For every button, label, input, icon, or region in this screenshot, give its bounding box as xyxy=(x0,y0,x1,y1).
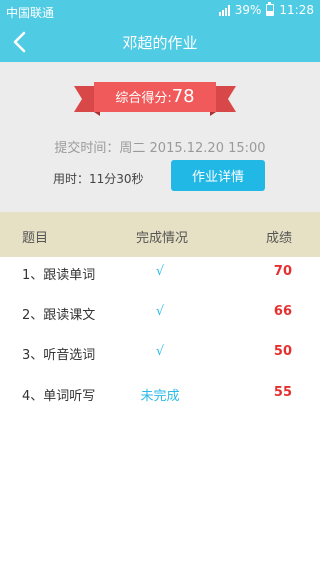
header-score: 成绩 xyxy=(265,231,292,246)
row-score: 55 xyxy=(273,385,292,400)
table-row[interactable]: 1、跟读单词 √ 70 xyxy=(0,254,320,294)
signal-icon xyxy=(218,4,230,16)
clock: 11:28 xyxy=(279,3,314,17)
row-status: 未完成 xyxy=(140,389,180,404)
header-question: 题目 xyxy=(22,231,49,246)
title-bar: 邓超的作业 xyxy=(0,22,320,62)
table-header: 题目 完成情况 成绩 xyxy=(0,212,320,257)
row-score: 66 xyxy=(273,304,292,319)
row-score: 50 xyxy=(273,344,292,359)
score-display: 综合得分:78 xyxy=(94,84,216,110)
table-row[interactable]: 4、单词听写 未完成 55 xyxy=(0,375,320,415)
summary-panel: 综合得分:78 提交时间：周二 2015.12.20 15:00 用时：11分3… xyxy=(0,62,320,212)
row-score: 70 xyxy=(273,264,292,279)
row-status: √ xyxy=(155,304,165,319)
row-status: √ xyxy=(155,264,165,279)
score-label: 综合得分: xyxy=(115,91,172,106)
battery-icon xyxy=(266,2,275,16)
battery-percent: 39% xyxy=(234,3,262,17)
table-row[interactable]: 2、跟读课文 √ 66 xyxy=(0,294,320,334)
row-status: √ xyxy=(155,344,165,359)
page-title: 邓超的作业 xyxy=(122,34,198,52)
homework-detail-button[interactable]: 作业详情 xyxy=(171,160,265,191)
score-value: 78 xyxy=(171,86,195,107)
carrier-name: 中国联通 xyxy=(6,6,55,20)
row-name: 4、单词听写 xyxy=(22,389,96,404)
submit-time: 提交时间：周二 2015.12.20 15:00 xyxy=(54,141,266,156)
duration: 用时：11分30秒 xyxy=(53,172,144,186)
row-name: 2、跟读课文 xyxy=(22,308,96,323)
table-row[interactable]: 3、听音选词 √ 50 xyxy=(0,334,320,374)
header-completion: 完成情况 xyxy=(136,231,189,246)
row-name: 3、听音选词 xyxy=(22,348,96,363)
status-bar: 中国联通 39% 11:28 xyxy=(0,0,320,22)
row-name: 1、跟读单词 xyxy=(22,268,96,283)
